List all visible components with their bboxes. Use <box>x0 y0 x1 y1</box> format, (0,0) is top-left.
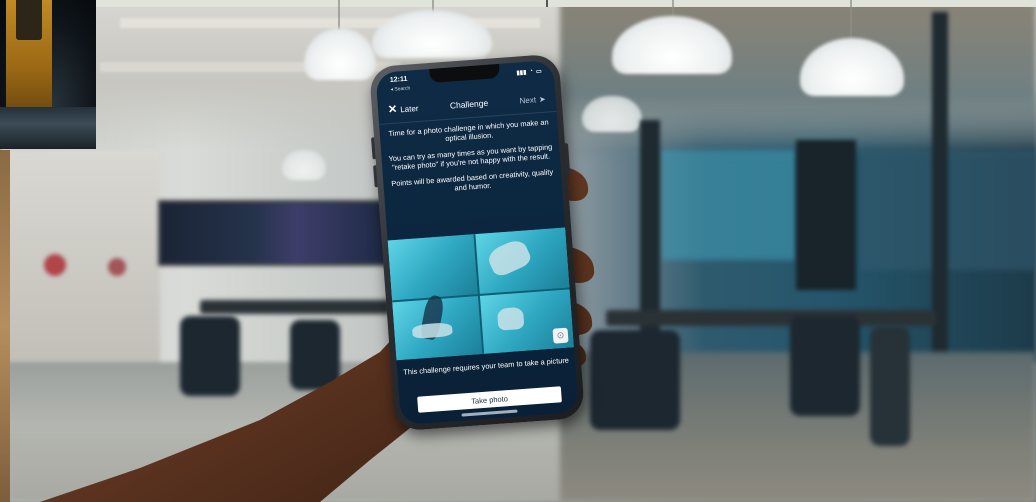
intro-paragraph: Points will be awarded based on creativi… <box>391 167 554 193</box>
phone-screen: 12:11 ▮▮▮ ◔ ▭ ◂ Search ✕ Later Challenge… <box>375 59 579 426</box>
next-label: Next <box>519 94 537 105</box>
intro-paragraph: You can try as many times as you want by… <box>388 142 553 173</box>
example-photo: ⊙ <box>387 227 574 361</box>
info-icon[interactable]: ⊙ <box>552 327 569 344</box>
signal-icon: ▮▮▮ <box>516 69 527 77</box>
back-to-app-link[interactable]: ◂ Search <box>390 85 410 92</box>
close-icon: ✕ <box>387 103 398 116</box>
requirement-text: This challenge requires your team to tak… <box>402 355 570 377</box>
challenge-description: Time for a photo challenge in which you … <box>385 117 556 204</box>
take-photo-button[interactable]: Take photo <box>417 386 562 413</box>
person-figure <box>496 306 525 331</box>
battery-icon: ▭ <box>535 68 542 75</box>
status-icons: ▮▮▮ ◔ ▭ <box>516 66 542 78</box>
page-title: Challenge <box>449 97 489 111</box>
wifi-icon: ◔ <box>529 68 534 75</box>
photo-cell <box>387 234 478 301</box>
photo-cell <box>479 289 574 354</box>
next-button[interactable]: Next ➤ <box>519 94 546 105</box>
later-label: Later <box>399 103 419 114</box>
home-indicator <box>461 409 518 417</box>
later-button[interactable]: ✕ Later <box>387 102 419 116</box>
arrow-right-icon: ➤ <box>538 94 546 104</box>
smartphone: 12:11 ▮▮▮ ◔ ▭ ◂ Search ✕ Later Challenge… <box>368 53 586 432</box>
